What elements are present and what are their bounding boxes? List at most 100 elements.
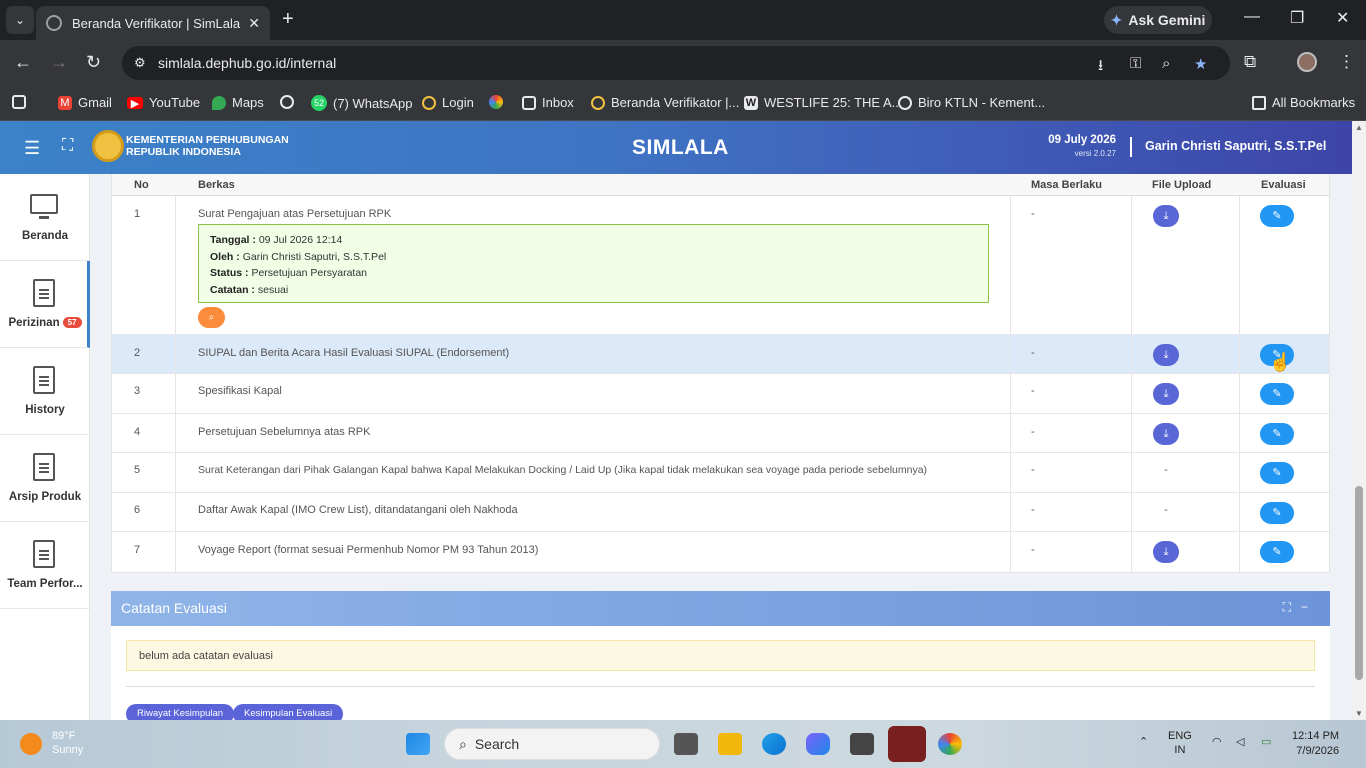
file-explorer-icon[interactable] [718,733,742,755]
note-oleh-label: Oleh : [210,250,240,263]
wifi-icon[interactable]: ◠ [1212,735,1222,749]
app-header: ☰ ⛶ KEMENTERIAN PERHUBUNGAN REPUBLIK IND… [0,121,1352,174]
edit-evaluasi-button[interactable]: ✎ [1260,462,1294,484]
site-info-icon[interactable]: ⚙ [134,55,146,71]
document-icon [33,453,55,481]
language-indicator[interactable]: ENG IN [1168,729,1192,757]
zoom-icon[interactable]: ⌕ [1162,55,1170,72]
collapse-icon[interactable]: − [1301,600,1318,614]
forward-icon[interactable]: → [50,52,68,72]
bookmark-maps[interactable]: Maps [212,95,264,110]
extensions-icon[interactable]: ⧉ [1244,52,1256,72]
chrome-menu-icon[interactable]: ⋮ [1338,52,1355,72]
password-key-icon[interactable]: ⚿ [1130,55,1141,72]
masa-berlaku: - [1031,464,1035,476]
download-button[interactable]: ⤓ [1153,383,1179,405]
berkas-name: Surat Keterangan dari Pihak Galangan Kap… [198,464,928,476]
tab-search-button[interactable]: ⌄ [6,6,34,34]
task-view-icon[interactable] [674,733,698,755]
page-scrollbar[interactable]: ▲ ▼ [1352,121,1366,720]
download-button[interactable]: ⤓ [1153,423,1179,445]
sidebar-item-perizinan[interactable]: Perizinan 57 [0,261,90,348]
bookmark-label: Beranda Verifikator |... [611,95,740,110]
document-icon [33,540,55,568]
maximize-icon[interactable]: ⛶ [1283,600,1301,614]
bookmark-youtube[interactable]: ▶ YouTube [127,95,200,110]
bookmark-whatsapp[interactable]: 52 (7) WhatsApp [311,95,412,111]
bookmark-inbox[interactable]: Inbox [522,95,574,110]
temperature: 89°F [52,730,76,742]
new-tab-button[interactable]: + [282,8,294,30]
all-bookmarks[interactable]: All Bookmarks [1252,95,1355,110]
search-detail-button[interactable]: ⌕ [198,307,225,328]
sidebar-item-history[interactable]: History [0,348,90,435]
gmail-icon: M [58,95,72,110]
bookmark-gmail[interactable]: M Gmail [58,95,112,110]
camera-icon[interactable] [850,733,874,755]
table-row: 7 Voyage Report (format sesuai Permenhub… [112,532,1329,572]
fullscreen-icon[interactable]: ⛶ [62,137,73,155]
edit-evaluasi-button[interactable]: ✎ [1260,423,1294,445]
minimize-icon[interactable]: — [1244,8,1260,26]
install-app-icon[interactable]: ⭳ [1098,55,1103,80]
sidebar-item-label: History [25,404,65,416]
user-name[interactable]: Garin Christi Saputri, S.S.T.Pel [1145,139,1326,153]
bookmark-login[interactable]: Login [422,95,474,110]
tab-close-icon[interactable]: ✕ [248,15,260,32]
sidebar-item-arsip-produk[interactable]: Arsip Produk [0,435,90,522]
address-bar[interactable]: ⚙ simlala.dephub.go.id/internal ⭳ ⚿ ⌕ ★ [122,46,1230,80]
sidebar-item-team-performance[interactable]: Team Perfor... [0,522,90,609]
ministry-logo [92,130,124,162]
document-icon [33,279,55,307]
taskbar-search[interactable]: ⌕ Search [444,728,660,760]
kesimpulan-evaluasi-button[interactable]: Kesimpulan Evaluasi [233,704,344,720]
active-tab[interactable]: Beranda Verifikator | SimLala ✕ [36,6,270,40]
row-number: 2 [134,347,141,359]
download-button[interactable]: ⤓ [1153,205,1179,227]
taskbar-clock[interactable]: 12:14 PM 7/9/2026 [1292,729,1339,759]
download-button[interactable]: ⤓ [1153,541,1179,563]
download-button[interactable]: ⤓ [1153,344,1179,366]
hamburger-menu-icon[interactable]: ☰ [24,138,40,159]
gemini-icon: ✦ [1110,11,1123,28]
edit-evaluasi-button[interactable]: ✎ [1260,541,1294,563]
edit-evaluasi-button[interactable]: ✎ [1260,383,1294,405]
battery-icon[interactable]: ▭ [1261,735,1271,749]
bookmark-beranda-verifikator[interactable]: Beranda Verifikator |... [591,95,739,110]
table-row: 3 Spesifikasi Kapal - ⤓ ✎ [112,374,1329,414]
sun-icon[interactable] [20,733,42,755]
berkas-name: Persetujuan Sebelumnya atas RPK [198,426,371,438]
sticky-notes-icon[interactable] [888,726,926,762]
ask-gemini-button[interactable]: ✦ Ask Gemini [1104,6,1212,34]
riwayat-kesimpulan-button[interactable]: Riwayat Kesimpulan [126,704,235,720]
row-number: 6 [134,504,141,516]
bookmark-westlife[interactable]: W WESTLIFE 25: THE A... [744,95,902,110]
edge-icon[interactable] [762,733,786,755]
close-window-icon[interactable]: ✕ [1336,8,1349,28]
masa-berlaku: - [1031,504,1035,516]
back-icon[interactable]: ← [14,52,32,72]
whatsapp-icon: 52 [311,95,327,111]
bookmark-globe[interactable] [280,95,300,109]
edit-evaluasi-button[interactable]: ✎ [1260,205,1294,227]
tray-chevron-icon[interactable]: ⌃ [1139,735,1148,749]
reload-icon[interactable]: ↻ [86,52,101,72]
copilot-icon[interactable] [806,733,830,755]
sidebar-item-beranda[interactable]: Beranda [0,174,90,261]
chrome-icon[interactable] [938,733,962,755]
weather-widget[interactable]: 89°F Sunny [52,729,83,757]
scrollbar-thumb[interactable] [1355,486,1363,680]
scroll-down-icon[interactable]: ▼ [1355,709,1363,718]
bookmark-photos[interactable] [489,95,509,109]
apps-icon[interactable] [12,95,32,109]
profile-avatar[interactable] [1297,52,1317,72]
restore-icon[interactable]: ❐ [1290,8,1304,28]
note-status: Persetujuan Persyaratan [251,267,368,279]
column-header-evaluasi: Evaluasi [1261,179,1306,191]
bookmark-star-icon[interactable]: ★ [1194,55,1207,73]
edit-evaluasi-button[interactable]: ✎ [1260,502,1294,524]
windows-start-icon[interactable] [406,733,430,755]
volume-icon[interactable]: ◁ [1236,735,1244,749]
bookmark-biro-ktln[interactable]: Biro KTLN - Kement... [898,95,1045,110]
scroll-up-icon[interactable]: ▲ [1355,123,1363,132]
